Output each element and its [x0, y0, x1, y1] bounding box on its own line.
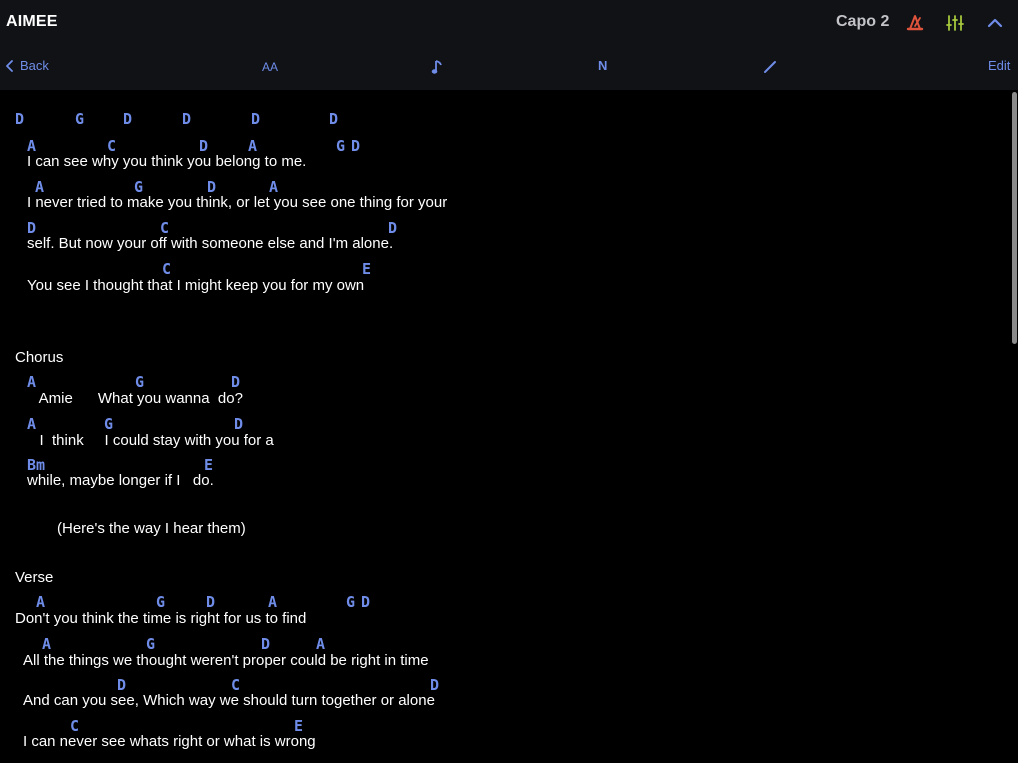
chord[interactable]: A	[36, 593, 45, 611]
chord[interactable]: D	[329, 110, 338, 128]
chord[interactable]: G	[135, 373, 144, 391]
chord[interactable]: D	[251, 110, 260, 128]
chord-row: A G D A	[0, 635, 1000, 653]
chord[interactable]: G	[156, 593, 165, 611]
chord[interactable]: A	[268, 593, 277, 611]
chevron-up-icon[interactable]	[985, 13, 1005, 33]
notation-button[interactable]: N	[598, 58, 607, 73]
pencil-icon[interactable]	[763, 60, 777, 74]
chord-row: A G D A G D	[0, 593, 1000, 611]
lyric-line: I think I could stay with you for a	[27, 432, 274, 449]
chord-row: A G D	[0, 373, 1000, 391]
chord[interactable]: G	[75, 110, 84, 128]
music-note-icon[interactable]	[431, 59, 443, 75]
chord[interactable]: A	[27, 415, 36, 433]
chord[interactable]: G	[104, 415, 113, 433]
lyric-line: I can never see whats right or what is w…	[23, 733, 316, 750]
lyric-line: All the things we thought weren't proper…	[23, 652, 429, 669]
chord[interactable]: D	[261, 635, 270, 653]
lyric-line: while, maybe longer if I do.	[27, 472, 214, 489]
lyric-line: Amie What you wanna do?	[27, 390, 243, 407]
back-label: Back	[20, 58, 49, 73]
chord[interactable]: E	[362, 260, 371, 278]
capo-button[interactable]: Capo 2	[836, 13, 889, 31]
chord-row: A G D	[0, 415, 1000, 433]
comment-line: (Here's the way I hear them)	[57, 520, 246, 537]
chord[interactable]: A	[316, 635, 325, 653]
section-label-verse: Verse	[15, 569, 54, 586]
lyric-line: You see I thought that I might keep you …	[27, 277, 365, 294]
chord[interactable]: C	[162, 260, 171, 278]
lyric-line: self. But now your off with someone else…	[27, 235, 394, 252]
lyric-line: Don't you think the time is right for us…	[15, 610, 307, 627]
mixer-icon[interactable]	[945, 13, 965, 33]
scrollbar[interactable]	[1012, 92, 1017, 344]
font-size-button[interactable]: AA	[262, 60, 278, 74]
font-size-label: AA	[262, 60, 279, 74]
chevron-left-icon	[6, 59, 13, 72]
lyric-line: And can you see, Which way we should tur…	[23, 692, 435, 709]
chord[interactable]: D	[231, 373, 240, 391]
toolbar: Back AA N Edit	[0, 46, 1018, 90]
top-bar: AIMEE Capo 2	[0, 0, 1018, 46]
chord[interactable]: D	[361, 593, 370, 611]
lyric-line: I never tried to make you think, or let …	[27, 194, 448, 211]
back-button[interactable]: Back	[6, 58, 49, 73]
chord[interactable]: D	[351, 137, 360, 155]
chord[interactable]: A	[42, 635, 51, 653]
chord[interactable]: G	[336, 137, 345, 155]
intro-chord-row: D G D D D D	[0, 110, 1000, 128]
edit-button[interactable]: Edit	[988, 58, 1010, 73]
chord[interactable]: D	[234, 415, 243, 433]
song-content[interactable]: D G D D D D A C D A G D I can see why yo…	[0, 90, 1010, 763]
chord[interactable]: D	[206, 593, 215, 611]
chord[interactable]: G	[146, 635, 155, 653]
song-title: AIMEE	[6, 13, 58, 30]
chord[interactable]: D	[182, 110, 191, 128]
metronome-icon[interactable]	[905, 13, 925, 33]
section-label-chorus: Chorus	[15, 349, 64, 366]
chord-row: C E	[0, 260, 1000, 278]
chord[interactable]: D	[123, 110, 132, 128]
edit-label: Edit	[988, 58, 1011, 73]
chord[interactable]: A	[27, 373, 36, 391]
chord[interactable]: D	[15, 110, 24, 128]
lyric-line: I can see why you think you belong to me…	[27, 153, 307, 170]
notation-label: N	[598, 58, 608, 73]
chord[interactable]: G	[346, 593, 355, 611]
